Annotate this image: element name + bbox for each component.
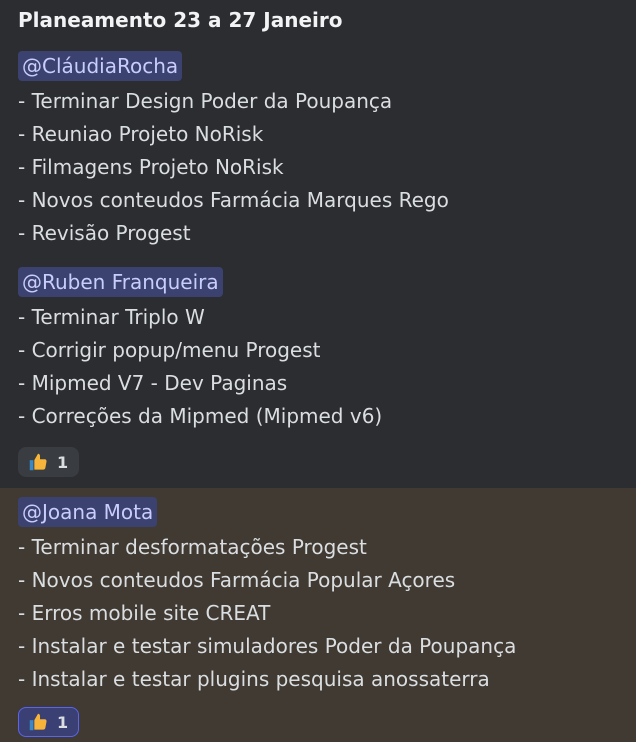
thumbs-up-icon [29, 713, 47, 731]
list-item: - Corrigir popup/menu Progest [18, 338, 321, 362]
list-item: - Instalar e testar plugins pesquisa ano… [18, 667, 490, 691]
message-joana: @Joana Mota - Terminar desformatações Pr… [0, 488, 636, 742]
message-claudia: Planeamento 23 a 27 Janeiro @CláudiaRoch… [0, 0, 636, 256]
message-title: Planeamento 23 a 27 Janeiro [18, 8, 343, 32]
mention-claudia-row: @CláudiaRocha [18, 50, 183, 83]
list-item: - Correções da Mipmed (Mipmed v6) [18, 404, 383, 428]
thumbs-up-icon [29, 453, 47, 471]
reaction-count: 1 [57, 452, 69, 472]
list-item: - Reuniao Projeto NoRisk [18, 122, 264, 146]
list-item: - Instalar e testar simuladores Poder da… [18, 634, 517, 658]
list-item: - Terminar Design Poder da Poupança [18, 89, 393, 113]
list-item: - Novos conteudos Farmácia Popular Açore… [18, 568, 456, 592]
reaction-thumbs-up[interactable]: 1 [18, 707, 80, 737]
mention-ruben[interactable]: @Ruben Franqueira [18, 267, 223, 297]
list-item: - Revisão Progest [18, 221, 191, 245]
reaction-thumbs-up[interactable]: 1 [18, 447, 80, 477]
list-item: - Filmagens Projeto NoRisk [18, 155, 284, 179]
list-item: - Terminar Triplo W [18, 305, 205, 329]
list-item: - Erros mobile site CREAT [18, 601, 271, 625]
list-item: - Novos conteudos Farmácia Marques Rego [18, 188, 449, 212]
list-item: - Terminar desformatações Progest [18, 535, 367, 559]
reaction-count: 1 [57, 712, 69, 732]
mention-joana-row: @Joana Mota [18, 496, 158, 529]
list-item: - Mipmed V7 - Dev Paginas [18, 371, 288, 395]
mention-ruben-row: @Ruben Franqueira [18, 266, 223, 299]
mention-joana[interactable]: @Joana Mota [18, 497, 158, 527]
message-list: Planeamento 23 a 27 Janeiro @CláudiaRoch… [0, 0, 636, 742]
message-ruben: @Ruben Franqueira - Terminar Triplo W - … [0, 256, 636, 488]
mention-claudia[interactable]: @CláudiaRocha [18, 51, 183, 81]
